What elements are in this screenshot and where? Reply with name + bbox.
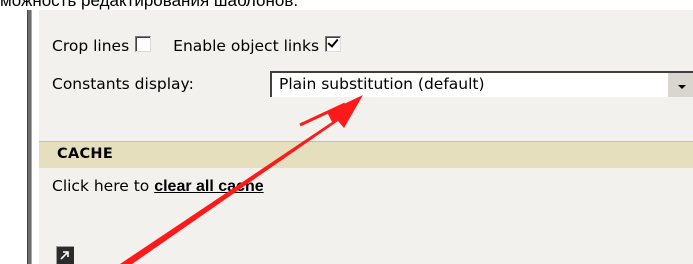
options-row-2: Constants display: (52, 75, 194, 93)
options-row-1: Crop lines Enable object links (52, 36, 342, 55)
crop-lines-checkbox[interactable] (135, 36, 152, 52)
crop-lines-label: Crop lines (52, 37, 130, 55)
cache-section-title: CACHE (57, 146, 114, 162)
chevron-down-icon[interactable] (667, 73, 693, 97)
enable-object-links-label: Enable object links (173, 37, 320, 55)
panel-gutter (33, 10, 39, 264)
clear-cache-link[interactable]: clear all cache (154, 178, 263, 195)
panel-left-border (27, 10, 32, 264)
expand-arrow-icon[interactable] (56, 246, 74, 264)
enable-object-links-checkbox[interactable] (325, 36, 342, 52)
cache-section-header: CACHE (39, 141, 693, 168)
constants-display-select[interactable]: Plain substitution (default) (270, 71, 693, 97)
constants-display-label: Constants display: (52, 75, 194, 93)
cache-row: Click here to clear all cache (52, 177, 264, 196)
cache-prefix-text: Click here to (52, 177, 155, 195)
constants-display-value: Plain substitution (default) (279, 75, 485, 93)
